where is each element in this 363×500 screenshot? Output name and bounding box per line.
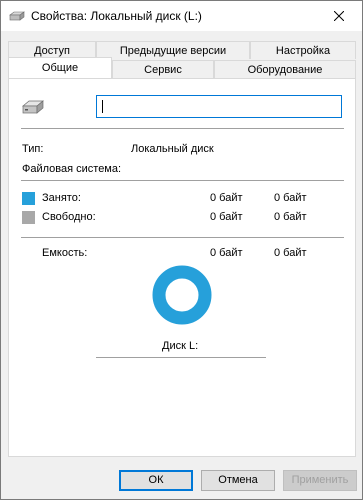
- filesystem-label: Файловая система:: [22, 163, 122, 175]
- apply-button[interactable]: Применить: [283, 470, 357, 491]
- free-space-bytes: 0 байт: [210, 211, 243, 223]
- drive-icon: [9, 11, 25, 21]
- capacity-label: Емкость:: [42, 247, 88, 259]
- free-space-label: Свободно:: [42, 211, 96, 223]
- drive-icon: [22, 100, 44, 114]
- separator: [21, 128, 344, 129]
- free-space-size: 0 байт: [274, 211, 307, 223]
- type-label: Тип:: [22, 143, 44, 155]
- used-space-size: 0 байт: [274, 192, 307, 204]
- text-caret: [102, 100, 103, 113]
- tab-tools[interactable]: Сервис: [112, 60, 214, 78]
- ok-button[interactable]: ОК: [119, 470, 193, 491]
- separator: [21, 180, 344, 181]
- free-space-swatch: [22, 211, 35, 224]
- tab-customize[interactable]: Настройка: [250, 41, 356, 59]
- properties-window: Свойства: Локальный диск (L:) Доступ Пре…: [0, 0, 363, 500]
- drive-name-input[interactable]: [96, 95, 342, 118]
- used-space-swatch: [22, 192, 35, 205]
- tab-previous-versions[interactable]: Предыдущие версии: [96, 41, 250, 59]
- used-space-label: Занято:: [42, 192, 81, 204]
- tab-general[interactable]: Общие: [8, 57, 112, 78]
- close-button[interactable]: [316, 1, 362, 31]
- separator: [21, 237, 344, 238]
- capacity-size: 0 байт: [274, 247, 307, 259]
- separator: [96, 357, 266, 358]
- close-icon: [334, 11, 344, 21]
- capacity-bytes: 0 байт: [210, 247, 243, 259]
- cancel-button[interactable]: Отмена: [201, 470, 275, 491]
- type-value: Локальный диск: [131, 143, 214, 155]
- disk-usage-donut: [152, 265, 212, 325]
- title-bar: Свойства: Локальный диск (L:): [1, 1, 362, 31]
- tab-hardware[interactable]: Оборудование: [214, 60, 356, 78]
- window-title: Свойства: Локальный диск (L:): [31, 9, 202, 23]
- used-space-bytes: 0 байт: [210, 192, 243, 204]
- disk-label: Диск L:: [162, 340, 199, 352]
